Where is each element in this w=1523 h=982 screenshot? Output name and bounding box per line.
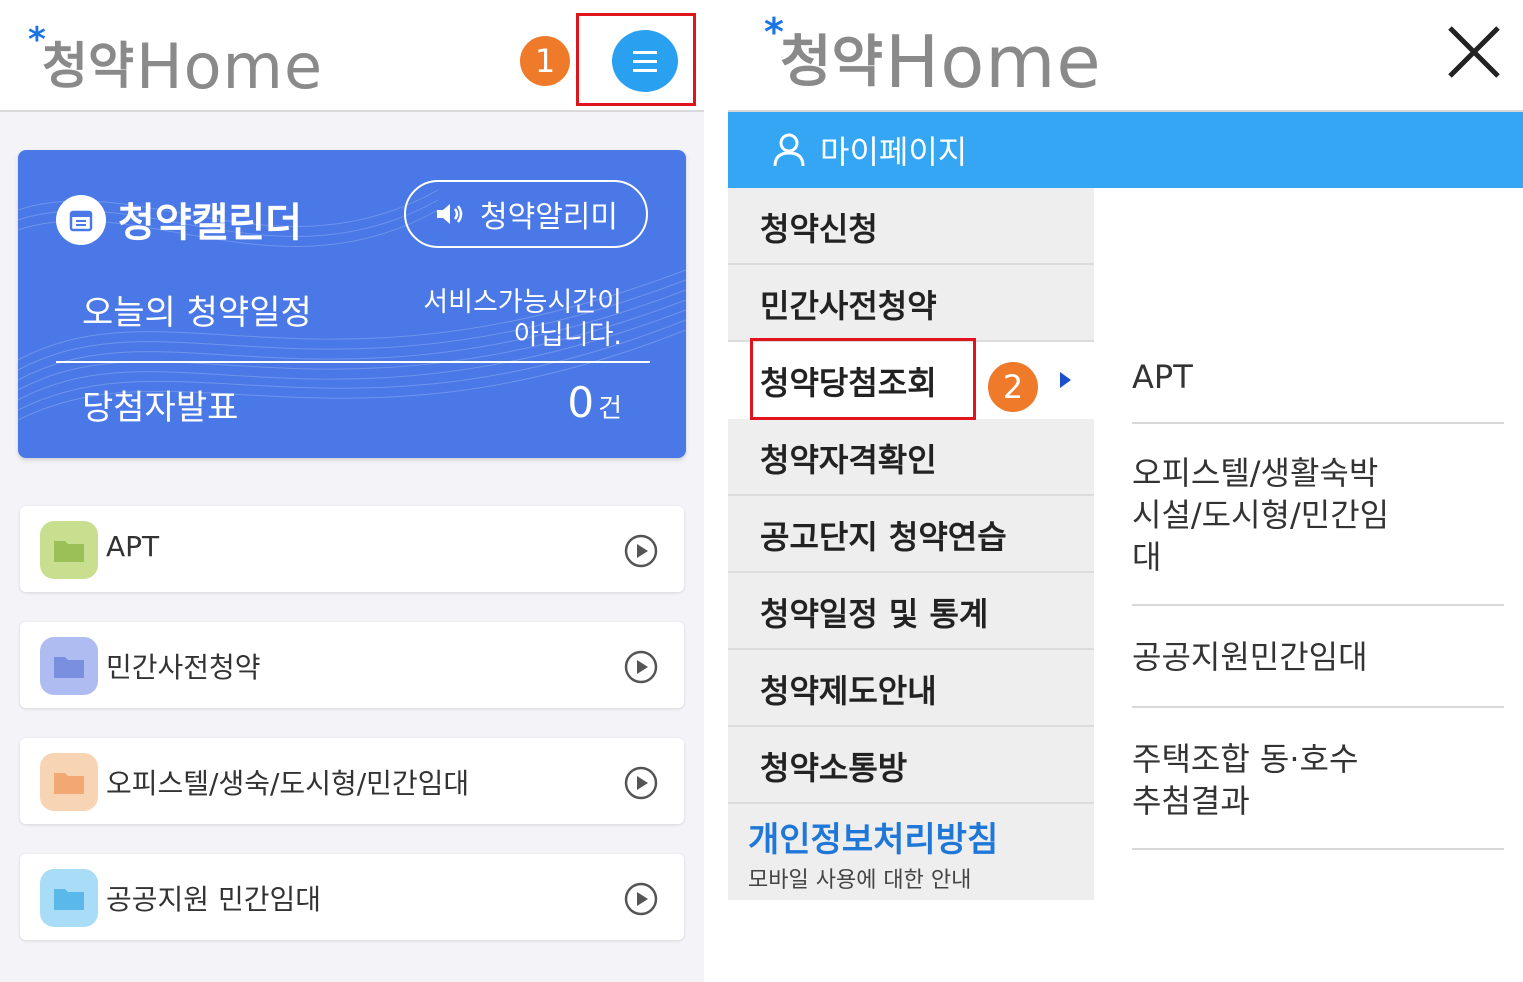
sub-menu-line: 오피스텔/생활숙박	[1132, 454, 1379, 492]
subscription-alarm-button[interactable]: 청약알리미	[404, 180, 648, 248]
logo-korean-text: 청약	[42, 37, 134, 95]
logo-home-text: Home	[136, 30, 324, 103]
app-header: * 청약 Home 1	[0, 0, 704, 112]
play-circle-icon	[624, 882, 658, 916]
folder-icon	[40, 637, 98, 695]
side-menu-label: 청약자격확인	[760, 441, 937, 479]
today-schedule-status: 서비스가능시간이 아닙니다.	[378, 286, 622, 352]
side-menu-item-communication[interactable]: 청약소통방	[728, 727, 1094, 804]
sub-menu-label: 공공지원민간임대	[1132, 636, 1368, 678]
play-circle-icon	[624, 766, 658, 800]
side-menu-item-private-pre-subscription[interactable]: 민간사전청약	[728, 265, 1094, 342]
sub-menu-item-housing-union-lottery[interactable]: 주택조합 동·호수 추첨결과	[1132, 708, 1504, 850]
mypage-label: 마이페이지	[820, 133, 968, 171]
today-status-line-2: 아닙니다.	[514, 320, 622, 351]
side-menu-item-practice[interactable]: 공고단지 청약연습	[728, 496, 1094, 573]
sub-menu-item-apt[interactable]: APT	[1132, 342, 1504, 424]
sub-menu-line: APT	[1132, 358, 1193, 396]
calendar-icon	[56, 195, 106, 245]
side-menu: 청약신청 민간사전청약 청약당첨조회 청약자격확인 공고단지 청약연습 청약일정…	[728, 188, 1094, 900]
mypage-bar[interactable]: 마이페이지	[728, 112, 1523, 188]
privacy-policy-link[interactable]: 개인정보처리방침	[748, 812, 998, 861]
winner-announcement-label: 당첨자발표	[82, 388, 239, 428]
card-divider	[56, 361, 650, 363]
side-menu-label: 청약신청	[760, 210, 878, 248]
step-badge-2: 2	[988, 362, 1038, 412]
logo-home-text: Home	[885, 20, 1102, 104]
privacy-section: 개인정보처리방침 모바일 사용에 대한 안내	[728, 804, 1094, 900]
menu-screen: * 청약 Home 마이페이지 청약신청 민간사전청약 청약당첨조회 청약자격확…	[728, 0, 1523, 982]
today-status-line-1: 서비스가능시간이	[423, 287, 622, 318]
list-item-label: 공공지원 민간임대	[106, 883, 321, 916]
play-circle-icon	[624, 650, 658, 684]
side-menu-item-apply[interactable]: 청약신청	[728, 188, 1094, 265]
logo-korean-text: 청약	[780, 30, 884, 95]
side-menu-label: 청약소통방	[760, 749, 908, 787]
side-menu-item-system-guide[interactable]: 청약제도안내	[728, 650, 1094, 727]
folder-icon	[40, 521, 98, 579]
list-item-label: 민간사전청약	[106, 651, 261, 684]
side-menu-label: 청약제도안내	[760, 672, 937, 710]
sub-menu-label: 오피스텔/생활숙박 시설/도시형/민간임 대	[1132, 452, 1389, 578]
app-logo[interactable]: * 청약 Home	[764, 8, 1102, 98]
mobile-usage-guide[interactable]: 모바일 사용에 대한 안내	[748, 862, 971, 894]
person-icon	[772, 132, 806, 168]
play-circle-icon	[624, 534, 658, 568]
sub-menu-line: 주택조합 동·호수	[1132, 740, 1359, 778]
step-badge-1: 1	[520, 36, 570, 86]
list-item-officetel[interactable]: 오피스텔/생숙/도시형/민간임대	[20, 738, 684, 824]
sub-menu-label: 주택조합 동·호수 추첨결과	[1132, 738, 1358, 822]
highlight-box-winner-inquiry	[750, 338, 976, 420]
logo-star: *	[764, 10, 784, 54]
list-item-private-pre-subscription[interactable]: 민간사전청약	[20, 622, 684, 708]
app-logo[interactable]: * 청약 Home	[28, 18, 323, 98]
sub-menu-label: APT	[1132, 356, 1193, 398]
list-item-apt[interactable]: APT	[20, 506, 684, 592]
winner-count[interactable]: 0건	[498, 378, 622, 427]
list-item-public-support-rental[interactable]: 공공지원 민간임대	[20, 854, 684, 940]
winner-count-unit: 건	[598, 394, 622, 424]
sub-menu-line: 공공지원민간임대	[1132, 638, 1368, 676]
sub-menu-item-public-support-rental[interactable]: 공공지원민간임대	[1132, 606, 1504, 708]
highlight-box-menu	[576, 13, 696, 106]
sub-menu-item-officetel[interactable]: 오피스텔/생활숙박 시설/도시형/민간임 대	[1132, 424, 1504, 606]
folder-icon	[40, 753, 98, 811]
alarm-button-label: 청약알리미	[480, 200, 618, 235]
logo-star: *	[28, 20, 46, 60]
sub-menu-line: 추첨결과	[1132, 782, 1250, 820]
list-item-label: APT	[106, 530, 160, 563]
sub-menu-line: 시설/도시형/민간임	[1132, 496, 1390, 534]
side-menu-item-eligibility-check[interactable]: 청약자격확인	[728, 419, 1094, 496]
list-item-label: 오피스텔/생숙/도시형/민간임대	[106, 767, 470, 800]
close-icon[interactable]	[1444, 22, 1504, 82]
winner-count-number: 0	[567, 378, 595, 427]
sub-menu-line: 대	[1132, 538, 1162, 576]
today-schedule-label: 오늘의 청약일정	[82, 293, 312, 333]
side-menu-label: 청약일정 및 통계	[760, 595, 989, 633]
side-menu-label: 공고단지 청약연습	[760, 518, 1007, 556]
speaker-icon	[434, 201, 466, 227]
folder-icon	[40, 869, 98, 927]
calendar-title: 청약캘린더	[118, 200, 302, 246]
main-screen: * 청약 Home 1 청약캘린더 청약알리미 오늘의 청약일정 서비스가능시간…	[0, 0, 704, 982]
side-menu-item-schedule-stats[interactable]: 청약일정 및 통계	[728, 573, 1094, 650]
triangle-right-icon	[1060, 372, 1071, 388]
side-menu-label: 민간사전청약	[760, 287, 937, 325]
calendar-card: 청약캘린더 청약알리미 오늘의 청약일정 서비스가능시간이 아닙니다. 당첨자발…	[18, 150, 686, 458]
